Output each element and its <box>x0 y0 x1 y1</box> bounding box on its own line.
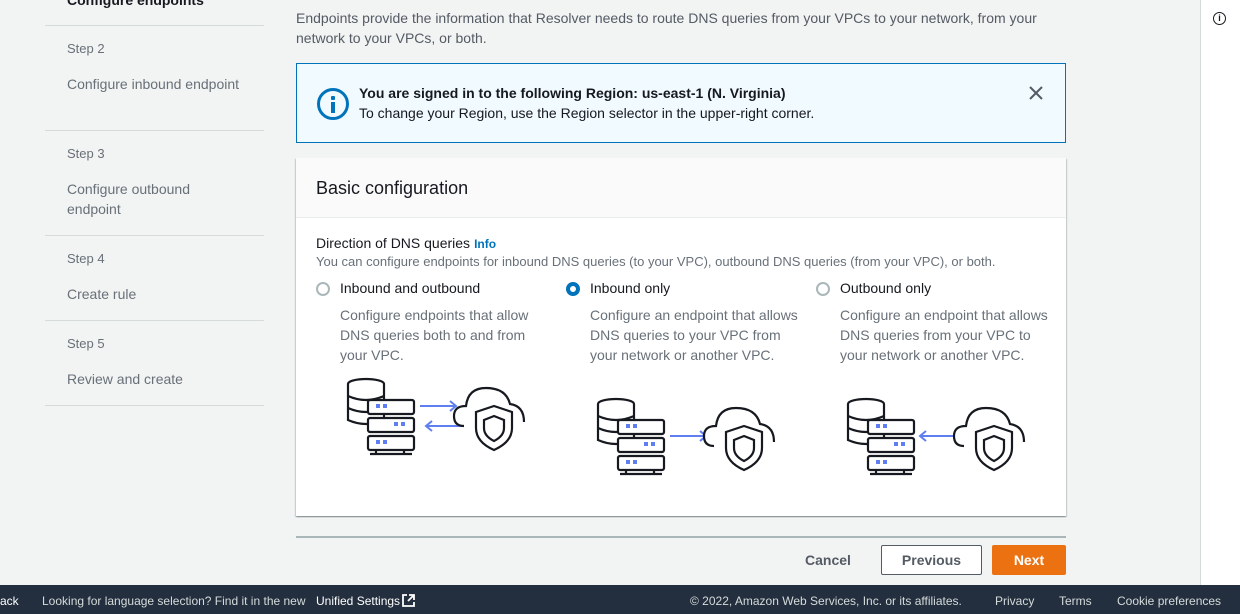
field-label: Direction of DNS queries Info <box>316 235 496 251</box>
panel-title: Basic configuration <box>316 178 469 198</box>
field-description: You can configure endpoints for inbound … <box>316 254 996 269</box>
console-footer: ack Looking for language selection? Find… <box>0 585 1240 614</box>
step-number: Step 5 <box>67 336 105 351</box>
step-link[interactable]: Configure outbound endpoint <box>67 179 247 219</box>
option-description: Configure an endpoint that allows DNS qu… <box>840 307 1048 363</box>
inbound-only-illustration <box>596 397 776 476</box>
panel-header: Basic configuration <box>296 158 1066 218</box>
page-description: Endpoints provide the information that R… <box>296 10 1037 46</box>
option-title[interactable]: Inbound and outbound <box>340 280 480 296</box>
unified-settings-link[interactable]: Unified Settings <box>316 594 415 608</box>
step-item-4[interactable]: Step 4 Create rule <box>45 235 264 320</box>
feedback-link[interactable]: ack <box>0 594 19 608</box>
inbound-outbound-illustration <box>346 377 526 456</box>
region-alert: You are signed in to the following Regio… <box>296 63 1066 143</box>
previous-button[interactable]: Previous <box>881 545 982 575</box>
radio-button[interactable] <box>316 282 330 296</box>
option-description: Configure an endpoint that allows DNS qu… <box>590 307 798 363</box>
alert-text: To change your Region, use the Region se… <box>359 105 815 121</box>
radio-button[interactable] <box>566 282 580 296</box>
unified-settings-label[interactable]: Unified Settings <box>316 594 400 608</box>
steps-divider <box>45 405 264 406</box>
step-item-5[interactable]: Step 5 Review and create <box>45 320 264 405</box>
step-link[interactable]: Review and create <box>67 369 247 389</box>
outbound-only-illustration <box>846 397 1026 476</box>
terms-link[interactable]: Terms <box>1059 594 1092 608</box>
tools-panel <box>1200 0 1240 585</box>
external-link-icon <box>402 594 415 607</box>
step-number: Step 2 <box>67 41 105 56</box>
cookie-preferences-link[interactable]: Cookie preferences <box>1117 594 1221 608</box>
copyright-text: © 2022, Amazon Web Services, Inc. or its… <box>690 594 962 608</box>
alert-title: You are signed in to the following Regio… <box>359 85 786 101</box>
info-icon <box>317 88 349 120</box>
step-item-2[interactable]: Step 2 Configure inbound endpoint <box>45 25 264 130</box>
step-link[interactable]: Configure inbound endpoint <box>67 74 247 94</box>
next-button[interactable]: Next <box>992 545 1066 575</box>
step-current-label: Configure endpoints <box>67 0 204 8</box>
step-number: Step 3 <box>67 146 105 161</box>
step-item-3[interactable]: Step 3 Configure outbound endpoint <box>45 130 264 235</box>
option-title[interactable]: Outbound only <box>840 280 931 296</box>
basic-configuration-panel: Basic configuration Direction of DNS que… <box>296 158 1066 516</box>
option-description: Configure endpoints that allow DNS queri… <box>340 307 529 363</box>
actions-divider <box>296 536 1066 538</box>
radio-button[interactable] <box>816 282 830 296</box>
step-link[interactable]: Create rule <box>67 284 247 304</box>
cancel-button[interactable]: Cancel <box>795 545 861 575</box>
step-number: Step 4 <box>67 251 105 266</box>
option-title[interactable]: Inbound only <box>590 280 670 296</box>
privacy-link[interactable]: Privacy <box>995 594 1034 608</box>
info-icon[interactable]: i <box>1213 12 1226 25</box>
field-label-text: Direction of DNS queries <box>316 235 471 251</box>
language-prompt: Looking for language selection? Find it … <box>42 594 306 608</box>
close-icon[interactable] <box>1027 84 1045 102</box>
info-link[interactable]: Info <box>474 237 496 251</box>
